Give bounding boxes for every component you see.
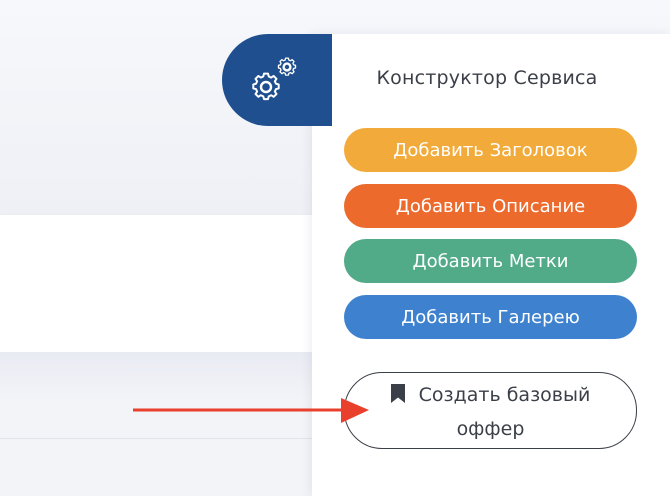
add-title-button[interactable]: Добавить Заголовок xyxy=(344,128,637,172)
gears-icon xyxy=(252,57,297,101)
add-tags-button[interactable]: Добавить Метки xyxy=(344,239,637,283)
offer-button-label-line2: оффер xyxy=(456,418,525,440)
add-gallery-button[interactable]: Добавить Галерею xyxy=(344,295,637,339)
bookmark-icon xyxy=(390,381,405,413)
divider xyxy=(0,438,330,439)
create-base-offer-button[interactable]: Создать базовый оффер xyxy=(344,372,637,449)
arrow-right-icon xyxy=(133,398,369,423)
panel-title: Конструктор Сервиса xyxy=(376,67,598,89)
content-card xyxy=(0,215,330,352)
add-description-button[interactable]: Добавить Описание xyxy=(344,184,637,228)
offer-button-label-line1: Создать базовый xyxy=(418,384,591,406)
